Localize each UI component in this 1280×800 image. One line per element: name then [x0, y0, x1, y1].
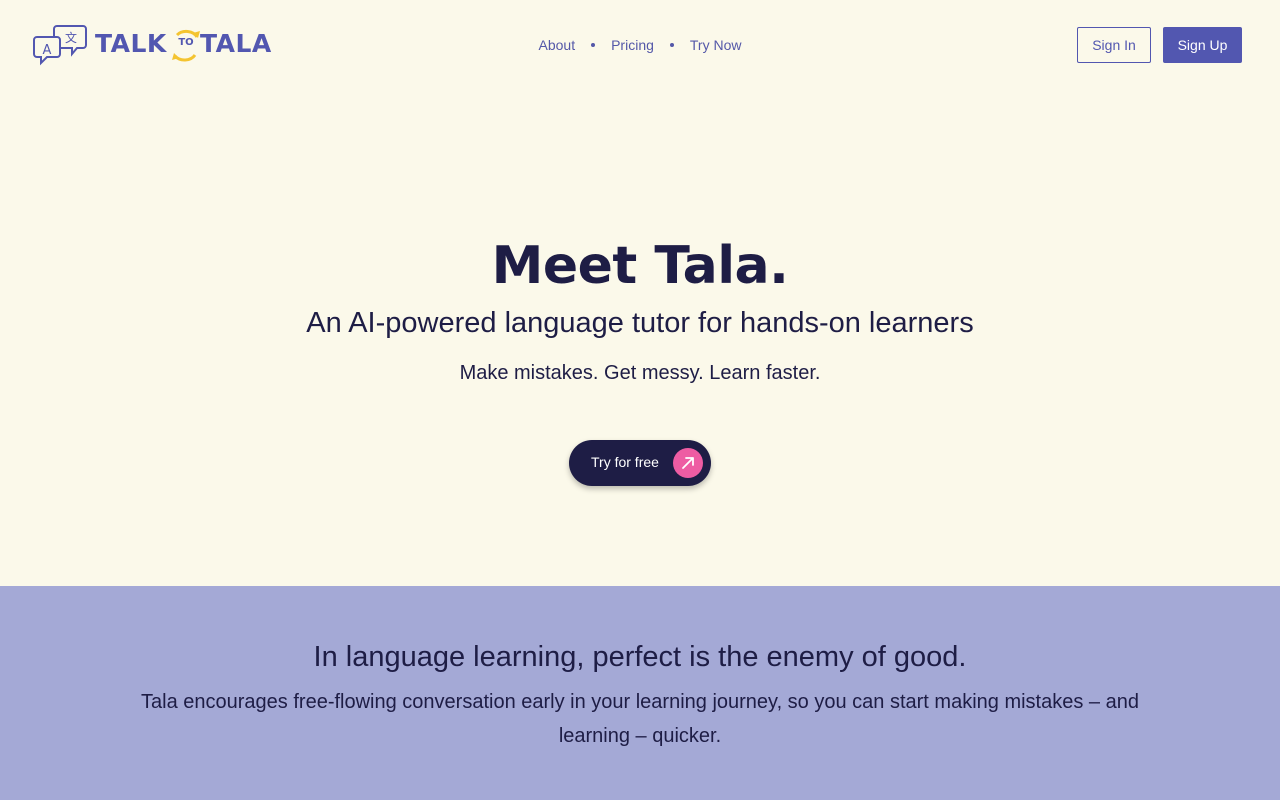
- hero-subtitle: An AI-powered language tutor for hands-o…: [306, 307, 974, 339]
- nav-link-about[interactable]: About: [539, 37, 576, 53]
- section-title: In language learning, perfect is the ene…: [313, 641, 967, 673]
- try-for-free-label: Try for free: [591, 454, 659, 470]
- arrow-up-right-icon[interactable]: [673, 448, 703, 478]
- section-body: Tala encourages free-flowing conversatio…: [141, 691, 1139, 747]
- nav-link-try-now[interactable]: Try Now: [690, 37, 742, 53]
- nav-separator: [669, 43, 674, 47]
- site-header: A 文 TALK TO TALA About Pricing Try Now S…: [0, 0, 1280, 88]
- nav-link-pricing[interactable]: Pricing: [611, 37, 654, 53]
- landing-page: A 文 TALK TO TALA About Pricing Try Now S…: [0, 0, 1280, 800]
- hero-title: Meet Tala.: [491, 236, 789, 296]
- sign-in-button[interactable]: Sign In: [1077, 27, 1151, 63]
- hero-tagline: Make mistakes. Get messy. Learn faster.: [459, 362, 821, 384]
- philosophy-section: In language learning, perfect is the ene…: [0, 586, 1280, 800]
- sign-up-button[interactable]: Sign Up: [1163, 27, 1242, 63]
- nav-separator: [591, 43, 596, 47]
